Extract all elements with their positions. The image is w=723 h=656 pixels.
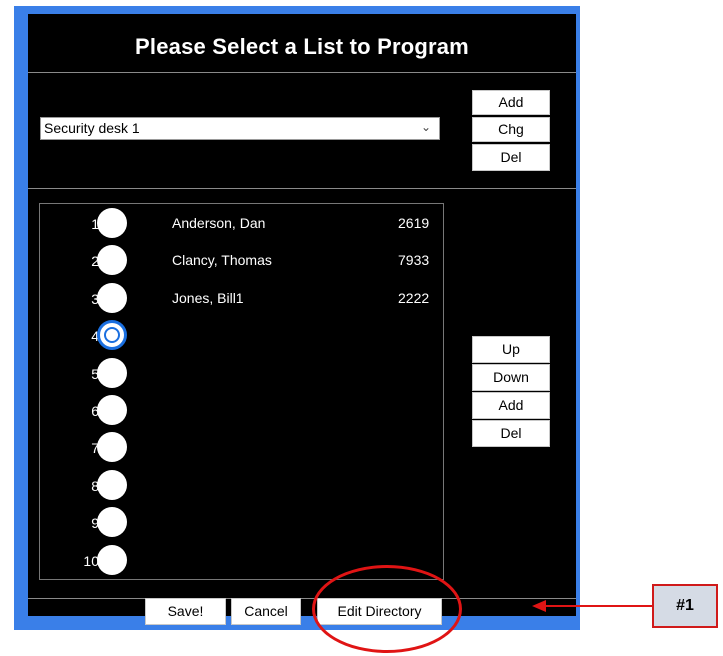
add-list-button[interactable]: Add — [472, 90, 550, 115]
entry-radio[interactable] — [97, 544, 127, 575]
entry-radio[interactable] — [97, 469, 127, 500]
callout-label: #1 — [652, 584, 718, 628]
entry-radio[interactable] — [97, 507, 127, 538]
entry-radio[interactable] — [97, 432, 127, 463]
list-select[interactable]: Security desk 1 ⌄ — [40, 117, 440, 140]
list-item[interactable]: 5 — [40, 354, 445, 391]
entry-radio[interactable] — [97, 208, 127, 238]
entry-name: Jones, Bill1 — [172, 289, 244, 306]
entry-extension: 7933 — [398, 252, 430, 269]
add-entry-button[interactable]: Add — [472, 392, 550, 419]
list-item[interactable]: 3 Jones, Bill1 2222 — [40, 279, 445, 316]
entry-radio[interactable] — [97, 357, 127, 388]
entry-radio[interactable] — [97, 245, 127, 276]
list-item[interactable]: 7 — [40, 428, 445, 465]
chevron-down-icon: ⌄ — [420, 120, 431, 134]
list-select-value: Security desk 1 — [44, 120, 140, 136]
list-item[interactable]: 8 — [40, 466, 445, 503]
entry-name: Anderson, Dan — [172, 215, 266, 231]
entry-radio[interactable] — [97, 282, 127, 313]
change-list-button[interactable]: Chg — [472, 117, 550, 142]
footer-divider — [28, 598, 576, 599]
title-divider — [28, 72, 576, 73]
cancel-button[interactable]: Cancel — [231, 598, 301, 625]
entry-list: 1 Anderson, Dan 2619 2 Clancy, Thomas 7933 3 Jo… — [39, 203, 444, 580]
entry-extension: 2222 — [398, 289, 430, 306]
dialog-title: Please Select a List to Program — [135, 34, 469, 59]
list-item[interactable]: 4 — [40, 316, 445, 353]
save-button[interactable]: Save! — [145, 598, 226, 625]
list-item[interactable]: 2 Clancy, Thomas 7933 — [40, 241, 445, 278]
section-divider — [28, 188, 576, 189]
entry-extension: 2619 — [398, 215, 430, 231]
entry-radio[interactable] — [97, 395, 127, 425]
entry-name: Clancy, Thomas — [172, 252, 272, 269]
move-down-button[interactable]: Down — [472, 364, 550, 391]
list-item[interactable]: 1 Anderson, Dan 2619 — [40, 204, 445, 241]
list-item[interactable]: 6 — [40, 391, 445, 428]
delete-entry-button[interactable]: Del — [472, 420, 550, 447]
entry-radio[interactable] — [97, 320, 127, 351]
list-item[interactable]: 9 — [40, 503, 445, 540]
highlight-circle — [312, 565, 462, 653]
move-up-button[interactable]: Up — [472, 336, 550, 363]
arrow-left-icon — [532, 600, 654, 612]
delete-list-button[interactable]: Del — [472, 144, 550, 171]
